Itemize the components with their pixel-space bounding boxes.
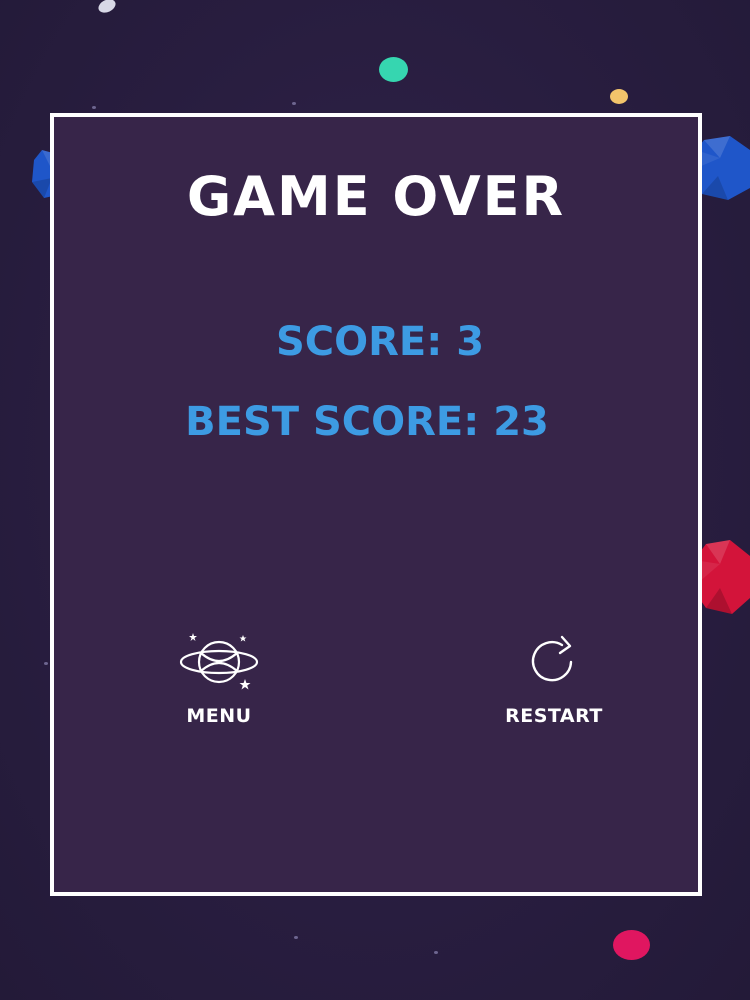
score-display: SCORE: 3 <box>54 319 698 365</box>
restart-button[interactable]: RESTART <box>479 629 629 739</box>
background-particle <box>92 106 96 109</box>
background-particle <box>434 951 438 954</box>
background-particle <box>292 102 296 105</box>
best-score-label: BEST SCORE: <box>185 399 480 445</box>
restart-arrow-icon <box>531 635 573 682</box>
best-score-display: BEST SCORE: 23 <box>54 399 698 445</box>
score-value: 3 <box>456 319 485 365</box>
score-label: SCORE: <box>275 319 443 365</box>
teal-orb <box>379 57 408 82</box>
game-over-title: GAME OVER <box>186 165 566 228</box>
background-particle <box>294 936 298 939</box>
pink-orb <box>613 930 650 960</box>
yellow-orb <box>610 89 628 104</box>
background-particle <box>44 662 48 665</box>
game-over-panel: GAME OVER SCORE: 3 BEST SCORE: 23 MENU R… <box>50 113 702 896</box>
game-over-screen: GAME OVER SCORE: 3 BEST SCORE: 23 MENU R… <box>0 0 750 1000</box>
white-particle <box>96 0 118 16</box>
menu-label: MENU <box>186 705 252 727</box>
menu-button[interactable]: MENU <box>144 629 294 739</box>
best-score-value: 23 <box>493 399 549 445</box>
restart-label: RESTART <box>505 705 603 727</box>
planet-orbit-icon <box>179 633 259 690</box>
